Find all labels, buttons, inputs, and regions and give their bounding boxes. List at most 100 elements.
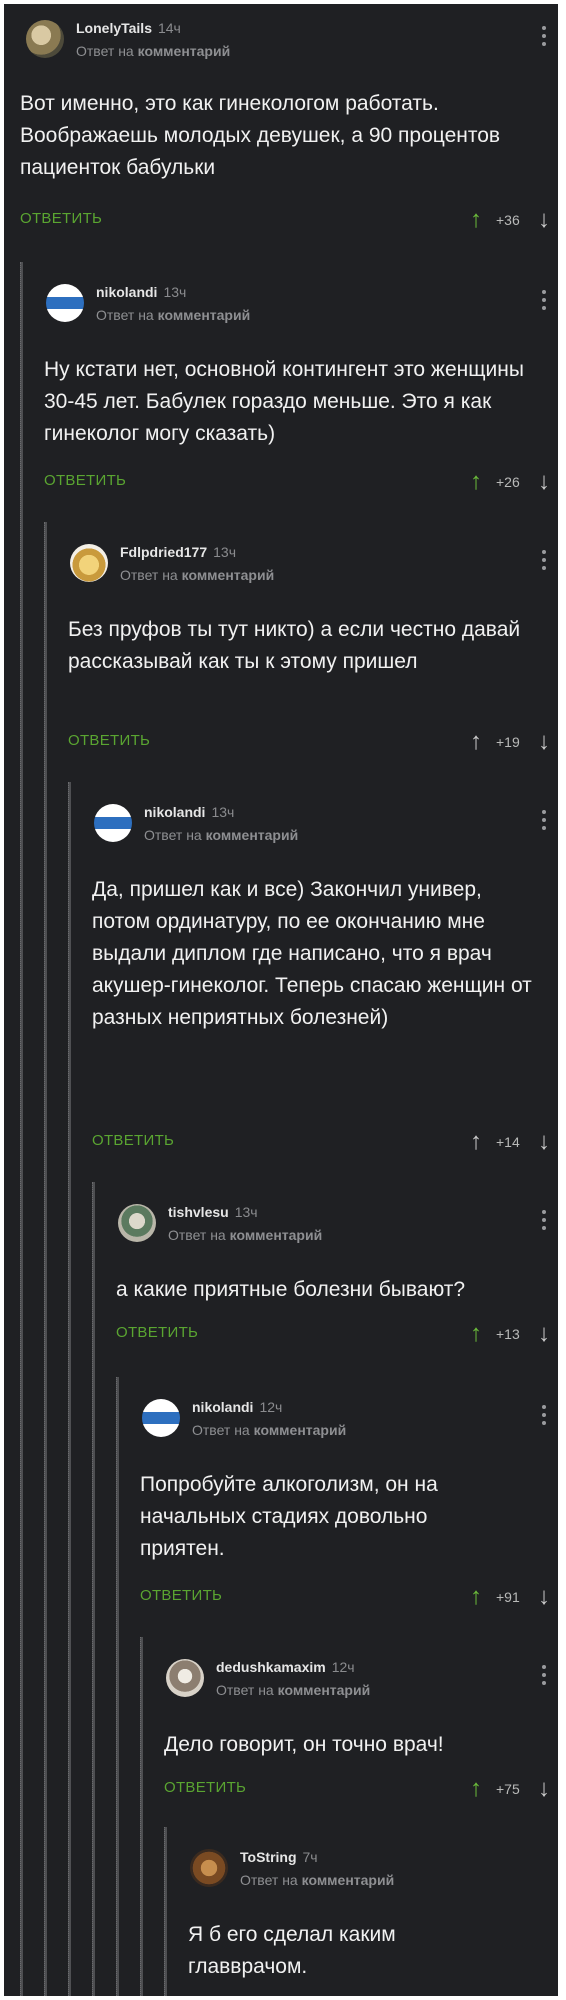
reply-button[interactable]: ОТВЕТИТЬ xyxy=(44,472,126,489)
comment: tishvlesu 13ч Ответ на комментарий а каки… xyxy=(4,1182,558,1996)
comment: Fdlpdried177 13ч Ответ на комментарий Без… xyxy=(4,522,558,1996)
arrow-down-icon[interactable]: ↓ xyxy=(538,1777,550,1801)
author-name[interactable]: nikolandi xyxy=(96,284,157,300)
reply-to-link[interactable]: комментарий xyxy=(138,43,231,59)
reply-to-link[interactable]: комментарий xyxy=(158,307,251,323)
vote-controls: ↑ +91 ↓ xyxy=(470,1583,550,1611)
more-menu-icon[interactable] xyxy=(542,1665,546,1685)
comment-text: Да, пришел как и все) Закончил универ, п… xyxy=(92,878,532,1029)
arrow-down-icon[interactable]: ↓ xyxy=(538,730,550,754)
arrow-down-icon[interactable]: ↓ xyxy=(538,1322,550,1346)
reply-to-label: Ответ на комментарий xyxy=(216,1682,370,1698)
more-menu-icon[interactable] xyxy=(542,290,546,310)
comment-author[interactable]: nikolandi 12ч xyxy=(192,1399,282,1415)
reply-to-text: Ответ на xyxy=(216,1682,274,1698)
author-name[interactable]: nikolandi xyxy=(192,1399,253,1415)
user-avatar[interactable] xyxy=(94,804,132,842)
reply-to-link[interactable]: комментарий xyxy=(182,567,275,583)
comment-author[interactable]: ToString 7ч xyxy=(240,1849,318,1865)
vote-controls: ↑ +75 ↓ xyxy=(470,1775,550,1803)
comment-score: +19 xyxy=(496,734,520,750)
more-menu-icon[interactable] xyxy=(542,26,546,46)
reply-to-text: Ответ на xyxy=(96,307,154,323)
user-avatar[interactable] xyxy=(70,544,108,582)
author-name[interactable]: LonelyTails xyxy=(76,20,152,36)
comment: LonelyTails 14ч Ответ на комментарий Вот … xyxy=(4,4,558,244)
comments-thread: LonelyTails 14ч Ответ на комментарий Вот … xyxy=(4,4,558,1996)
reply-button[interactable]: ОТВЕТИТЬ xyxy=(68,732,150,749)
more-menu-icon[interactable] xyxy=(542,1405,546,1425)
reply-to-text: Ответ на xyxy=(144,827,202,843)
author-name[interactable]: tishvlesu xyxy=(168,1204,229,1220)
comment-time: 13ч xyxy=(163,284,187,300)
comment-text: Вот именно, это как гинекологом работать… xyxy=(20,92,501,179)
reply-to-label: Ответ на комментарий xyxy=(192,1422,346,1438)
comment-time: 13ч xyxy=(213,544,237,560)
vote-controls: ↑ +36 ↓ xyxy=(470,206,550,234)
arrow-up-icon[interactable]: ↑ xyxy=(470,730,482,754)
reply-to-link[interactable]: комментарий xyxy=(254,1422,347,1438)
comment-author[interactable]: dedushkamaxim 12ч xyxy=(216,1659,355,1675)
comment-author[interactable]: Fdlpdried177 13ч xyxy=(120,544,236,560)
reply-button[interactable]: ОТВЕТИТЬ xyxy=(116,1324,198,1341)
comment-time: 14ч xyxy=(157,20,181,36)
user-avatar[interactable] xyxy=(118,1204,156,1242)
comment-text: а какие приятные болезни бывают? xyxy=(116,1278,466,1301)
more-menu-icon[interactable] xyxy=(542,1210,546,1230)
comment-author[interactable]: nikolandi 13ч xyxy=(144,804,234,820)
author-name[interactable]: nikolandi xyxy=(144,804,205,820)
comment-score: +75 xyxy=(496,1781,520,1797)
reply-to-label: Ответ на комментарий xyxy=(144,827,298,843)
user-avatar[interactable] xyxy=(166,1659,204,1697)
arrow-up-icon[interactable]: ↑ xyxy=(470,1777,482,1801)
comment: dedushkamaxim 12ч Ответ на комментарий Де… xyxy=(4,1637,558,1996)
vote-controls: ↑ +19 ↓ xyxy=(470,728,550,756)
user-avatar[interactable] xyxy=(46,284,84,322)
vote-controls: ↑ +26 ↓ xyxy=(470,468,550,496)
reply-to-link[interactable]: комментарий xyxy=(302,1872,395,1888)
arrow-up-icon[interactable]: ↑ xyxy=(470,1585,482,1609)
more-menu-icon[interactable] xyxy=(542,810,546,830)
arrow-down-icon[interactable]: ↓ xyxy=(538,470,550,494)
vote-controls: ↑ +14 ↓ xyxy=(470,1128,550,1156)
comment-score: +26 xyxy=(496,474,520,490)
comment-author[interactable]: LonelyTails 14ч xyxy=(76,20,181,36)
user-avatar[interactable] xyxy=(26,20,64,58)
reply-to-link[interactable]: комментарий xyxy=(278,1682,371,1698)
reply-to-text: Ответ на xyxy=(192,1422,250,1438)
user-avatar[interactable] xyxy=(190,1849,228,1887)
arrow-up-icon[interactable]: ↑ xyxy=(470,1322,482,1346)
arrow-up-icon[interactable]: ↑ xyxy=(470,1130,482,1154)
reply-button[interactable]: ОТВЕТИТЬ xyxy=(140,1587,222,1604)
author-name[interactable]: ToString xyxy=(240,1849,297,1865)
arrow-down-icon[interactable]: ↓ xyxy=(538,1585,550,1609)
reply-to-link[interactable]: комментарий xyxy=(206,827,299,843)
comment: ToString 7ч Ответ на комментарий Я б его … xyxy=(4,1827,558,1996)
thread-line[interactable] xyxy=(164,1827,167,1996)
comment-text: Я б его сделал каким главврачом. xyxy=(188,1923,396,1978)
arrow-up-icon[interactable]: ↑ xyxy=(470,208,482,232)
author-name[interactable]: Fdlpdried177 xyxy=(120,544,207,560)
arrow-down-icon[interactable]: ↓ xyxy=(538,208,550,232)
reply-to-label: Ответ на комментарий xyxy=(96,307,250,323)
author-name[interactable]: dedushkamaxim xyxy=(216,1659,326,1675)
arrow-down-icon[interactable]: ↓ xyxy=(538,1130,550,1154)
comment-author[interactable]: tishvlesu 13ч xyxy=(168,1204,258,1220)
more-menu-icon[interactable] xyxy=(542,550,546,570)
comment-text: Ну кстати нет, основной контингент это ж… xyxy=(44,358,524,445)
comment-time: 12ч xyxy=(259,1399,283,1415)
reply-to-text: Ответ на xyxy=(76,43,134,59)
reply-button[interactable]: ОТВЕТИТЬ xyxy=(20,210,102,227)
comment-author[interactable]: nikolandi 13ч xyxy=(96,284,186,300)
reply-to-label: Ответ на комментарий xyxy=(168,1227,322,1243)
user-avatar[interactable] xyxy=(142,1399,180,1437)
reply-button[interactable]: ОТВЕТИТЬ xyxy=(92,1132,174,1149)
comment-score: +13 xyxy=(496,1326,520,1342)
arrow-up-icon[interactable]: ↑ xyxy=(470,470,482,494)
reply-to-text: Ответ на xyxy=(240,1872,298,1888)
comment-text: Без пруфов ты тут никто) а если честно д… xyxy=(68,618,521,673)
reply-to-link[interactable]: комментарий xyxy=(230,1227,323,1243)
comment: nikolandi 13ч Ответ на комментарий Да, пр… xyxy=(4,782,558,1996)
reply-button[interactable]: ОТВЕТИТЬ xyxy=(164,1779,246,1796)
comment-time: 12ч xyxy=(331,1659,355,1675)
